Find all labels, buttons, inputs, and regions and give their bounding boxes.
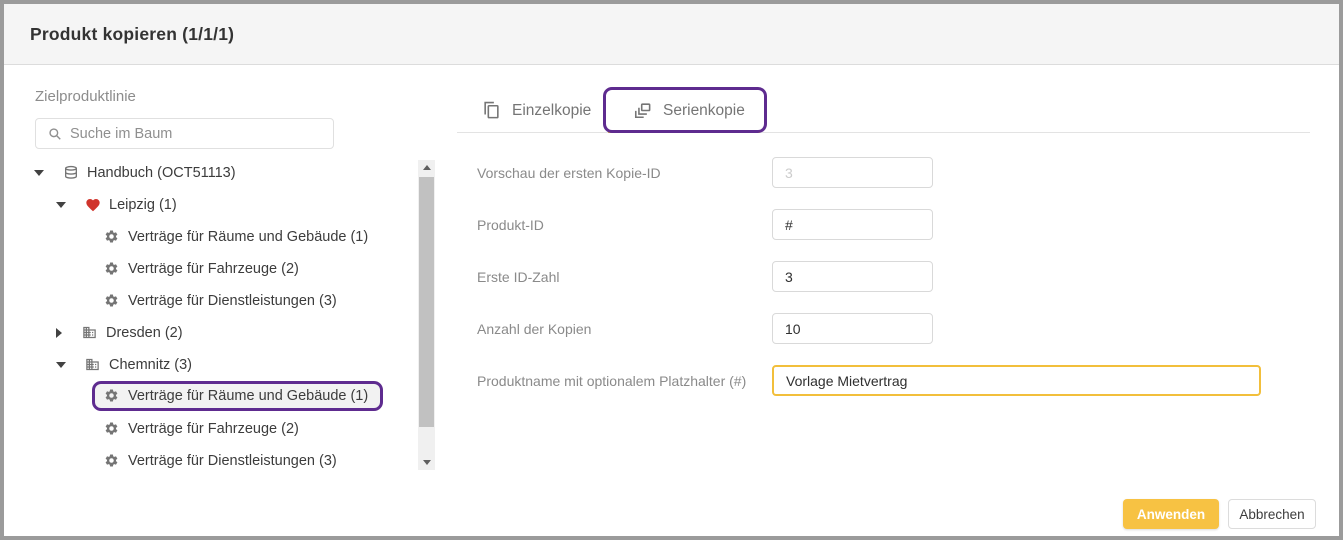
arrow-up-icon	[423, 165, 431, 170]
building-icon	[82, 325, 98, 341]
tree-scrollbar[interactable]	[418, 160, 435, 470]
active-tab-indicator	[608, 130, 760, 133]
cancel-button[interactable]: Abbrechen	[1228, 499, 1316, 529]
field-label: Anzahl der Kopien	[477, 321, 591, 337]
first-id-number-field[interactable]	[772, 261, 933, 292]
tree-search-input[interactable]	[70, 126, 333, 142]
gear-icon	[104, 229, 120, 245]
search-icon	[48, 127, 62, 141]
form-row: Anzahl der Kopien	[477, 313, 591, 344]
tree-item-label: Verträge für Fahrzeuge (2)	[128, 261, 299, 277]
building-icon	[85, 357, 101, 373]
selected-tree-item-annotation[interactable]: Verträge für Räume und Gebäude (1)	[92, 381, 383, 411]
copy-count-field[interactable]	[772, 313, 933, 344]
tab-label: Einzelkopie	[512, 102, 591, 120]
product-id-field[interactable]	[772, 209, 933, 240]
multi-copy-icon	[633, 101, 652, 120]
gear-icon	[104, 388, 120, 404]
dialog-title: Produkt kopieren (1/1/1)	[30, 24, 234, 45]
gear-icon	[104, 261, 120, 277]
chevron-down-icon[interactable]	[56, 202, 66, 208]
form-row: Produkt-ID	[477, 209, 544, 240]
gear-icon	[104, 453, 120, 469]
single-copy-icon	[482, 101, 501, 120]
field-label: Erste ID-Zahl	[477, 269, 559, 285]
heart-icon	[85, 197, 101, 213]
tree-item-label: Chemnitz (3)	[109, 357, 192, 373]
tab-einzelkopie[interactable]: Einzelkopie	[478, 88, 595, 133]
tree-item-label: Handbuch (OCT51113)	[87, 165, 236, 181]
scroll-up-button[interactable]	[418, 160, 435, 175]
product-name-field[interactable]	[772, 365, 1261, 396]
chevron-down-icon[interactable]	[56, 362, 66, 368]
dialog-header: Produkt kopieren (1/1/1)	[4, 4, 1339, 65]
field-label: Produktname mit optionalem Platzhalter (…	[477, 373, 746, 389]
gear-icon	[104, 293, 120, 309]
tree-row-vertraege-raeume-leipzig[interactable]: Verträge für Räume und Gebäude (1)	[104, 221, 368, 253]
tree-item-label: Verträge für Räume und Gebäude (1)	[128, 388, 368, 404]
tree-search-box[interactable]	[35, 118, 334, 149]
apply-button[interactable]: Anwenden	[1123, 499, 1219, 529]
form-row: Vorschau der ersten Kopie-ID	[477, 157, 661, 188]
tree-row-leipzig[interactable]: Leipzig (1)	[56, 189, 177, 221]
field-label: Produkt-ID	[477, 217, 544, 233]
arrow-down-icon	[423, 460, 431, 465]
chevron-right-icon[interactable]	[56, 328, 62, 338]
preview-first-copy-id-field	[772, 157, 933, 188]
tree-item-label: Verträge für Dienstleistungen (3)	[128, 453, 337, 469]
tree-row-dresden[interactable]: Dresden (2)	[56, 317, 183, 349]
field-label: Vorschau der ersten Kopie-ID	[477, 165, 661, 181]
tree-item-label: Leipzig (1)	[109, 197, 177, 213]
product-copy-dialog: Produkt kopieren (1/1/1) Zielproduktlini…	[0, 0, 1343, 540]
chevron-down-icon[interactable]	[34, 170, 44, 176]
tree-row-vertraege-fahrzeuge-leipzig[interactable]: Verträge für Fahrzeuge (2)	[104, 253, 299, 285]
tree-item-label: Dresden (2)	[106, 325, 183, 341]
tree-row-handbuch[interactable]: Handbuch (OCT51113)	[34, 157, 236, 189]
copy-mode-tabs: Einzelkopie Serienkopie	[457, 88, 1310, 133]
target-product-line-label: Zielproduktlinie	[35, 88, 136, 105]
tree-row-vertraege-dienst-chemnitz[interactable]: Verträge für Dienstleistungen (3)	[104, 445, 337, 477]
gear-icon	[104, 421, 120, 437]
form-row: Produktname mit optionalem Platzhalter (…	[477, 365, 746, 396]
scrollbar-thumb[interactable]	[419, 177, 434, 427]
database-icon	[63, 165, 79, 181]
form-row: Erste ID-Zahl	[477, 261, 559, 292]
tree-item-label: Verträge für Dienstleistungen (3)	[128, 293, 337, 309]
tree-row-vertraege-fahrzeuge-chemnitz[interactable]: Verträge für Fahrzeuge (2)	[104, 413, 299, 445]
tab-label: Serienkopie	[663, 102, 745, 120]
tree-row-chemnitz[interactable]: Chemnitz (3)	[56, 349, 192, 381]
tree-row-vertraege-raeume-chemnitz-selected[interactable]: Verträge für Räume und Gebäude (1)	[104, 380, 383, 412]
tree-row-vertraege-dienst-leipzig[interactable]: Verträge für Dienstleistungen (3)	[104, 285, 337, 317]
tab-serienkopie[interactable]: Serienkopie	[629, 88, 749, 133]
tree-item-label: Verträge für Räume und Gebäude (1)	[128, 229, 368, 245]
scroll-down-button[interactable]	[418, 455, 435, 470]
tree-item-label: Verträge für Fahrzeuge (2)	[128, 421, 299, 437]
